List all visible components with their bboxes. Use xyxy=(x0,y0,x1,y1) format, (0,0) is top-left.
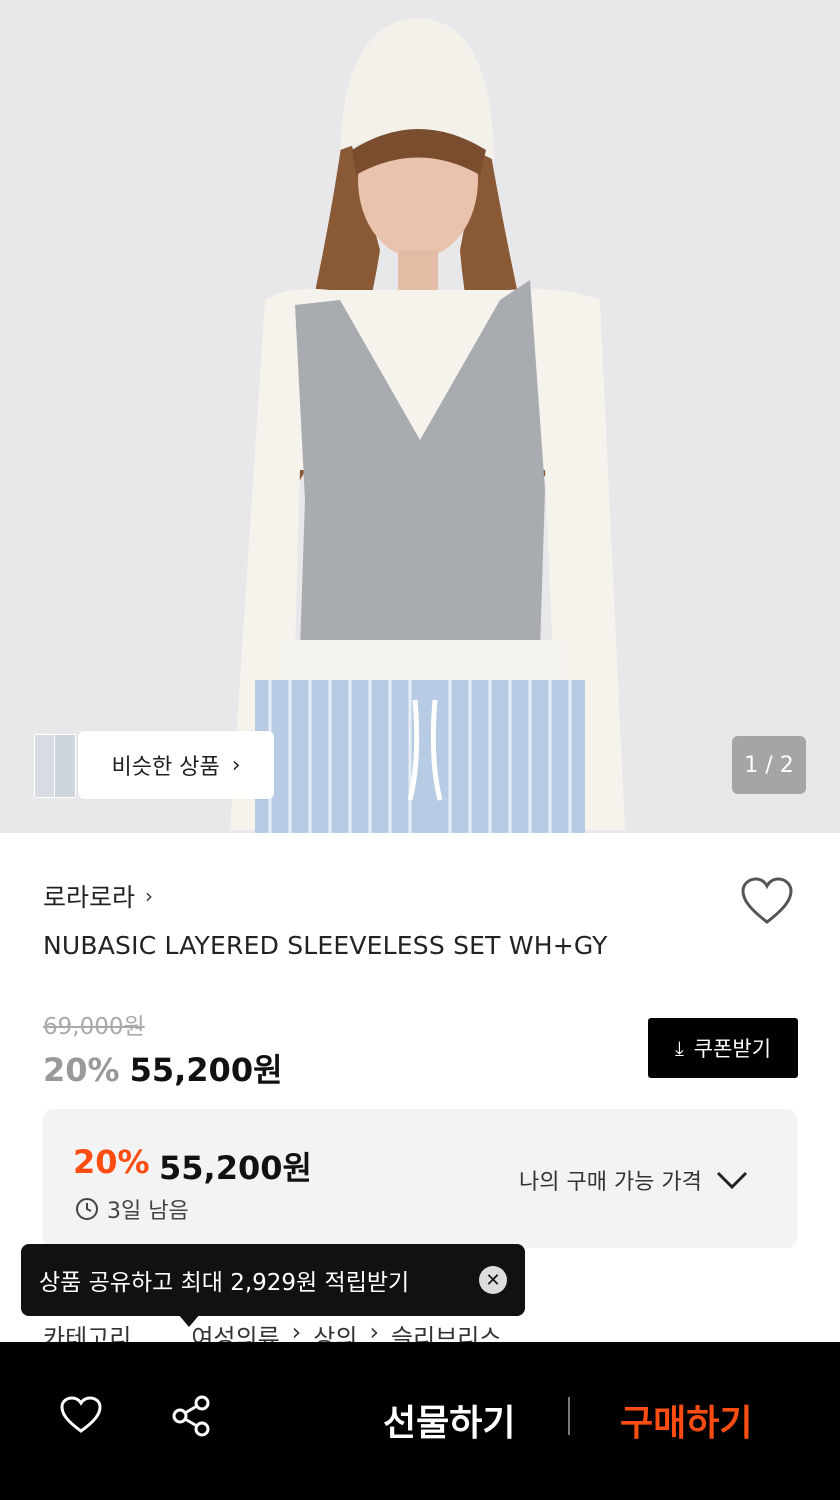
wishlist-button[interactable] xyxy=(740,876,794,928)
bottom-wishlist-button[interactable] xyxy=(59,1395,103,1439)
close-icon[interactable]: ✕ xyxy=(479,1266,507,1294)
heart-icon xyxy=(60,1396,102,1433)
similar-thumbnail xyxy=(54,734,76,798)
my-price: 55,200원 xyxy=(159,1149,312,1187)
chevron-right-icon: › xyxy=(145,884,154,908)
chevron-down-icon xyxy=(716,1171,747,1190)
brand-name: 로라로라 xyxy=(43,883,136,912)
original-price: 69,000원 xyxy=(43,1014,145,1040)
discount-rate: 20% xyxy=(43,1051,120,1089)
gift-button[interactable]: 선물하기 xyxy=(383,1394,515,1446)
share-reward-tooltip[interactable]: 상품 공유하고 최대 2,929원 적립받기 ✕ xyxy=(21,1244,525,1316)
my-price-toggle[interactable]: 나의 구매 가능 가격 xyxy=(519,1164,748,1196)
product-image[interactable]: 비슷한 상품 › 1 / 2 xyxy=(0,0,840,833)
my-price-label: 나의 구매 가능 가격 xyxy=(519,1170,702,1195)
tooltip-arrow xyxy=(178,1314,200,1327)
bottom-action-bar: 선물하기 구매하기 xyxy=(0,1342,840,1500)
buy-button[interactable]: 구매하기 xyxy=(620,1394,752,1446)
coupon-button[interactable]: ⤓ 쿠폰받기 xyxy=(648,1018,798,1078)
sale-price: 55,200원 xyxy=(129,1051,283,1089)
coupon-label: 쿠폰받기 xyxy=(693,1037,772,1061)
tooltip-message: 상품 공유하고 최대 2,929원 적립받기 xyxy=(39,1270,410,1296)
download-icon: ⤓ xyxy=(674,1036,684,1060)
similar-products-label: 비슷한 상품 xyxy=(111,755,220,780)
time-remaining-text: 3일 남음 xyxy=(107,1199,189,1224)
product-name: NUBASIC LAYERED SLEEVELESS SET WH+GY xyxy=(43,931,608,960)
clock-icon xyxy=(76,1198,98,1220)
image-page-counter: 1 / 2 xyxy=(732,736,806,794)
price-row: 20% 55,200원 xyxy=(43,1045,283,1091)
my-price-box[interactable]: 20% 55,200원 3일 남음 나의 구매 가능 가격 xyxy=(43,1109,797,1248)
similar-products-button[interactable]: 비슷한 상품 › xyxy=(34,731,274,799)
similar-thumbnail xyxy=(34,734,56,798)
brand-link[interactable]: 로라로라 › xyxy=(43,878,153,914)
similar-thumbnails xyxy=(34,732,80,798)
bar-divider xyxy=(568,1397,570,1435)
my-discount-rate: 20% xyxy=(73,1143,150,1181)
chevron-right-icon: › xyxy=(231,752,241,778)
time-remaining: 3일 남음 xyxy=(75,1193,189,1225)
model-photo xyxy=(0,0,840,833)
heart-icon xyxy=(741,877,793,924)
share-button[interactable] xyxy=(170,1395,212,1441)
similar-products-pill[interactable]: 비슷한 상품 › xyxy=(78,731,274,799)
share-icon xyxy=(172,1395,210,1437)
